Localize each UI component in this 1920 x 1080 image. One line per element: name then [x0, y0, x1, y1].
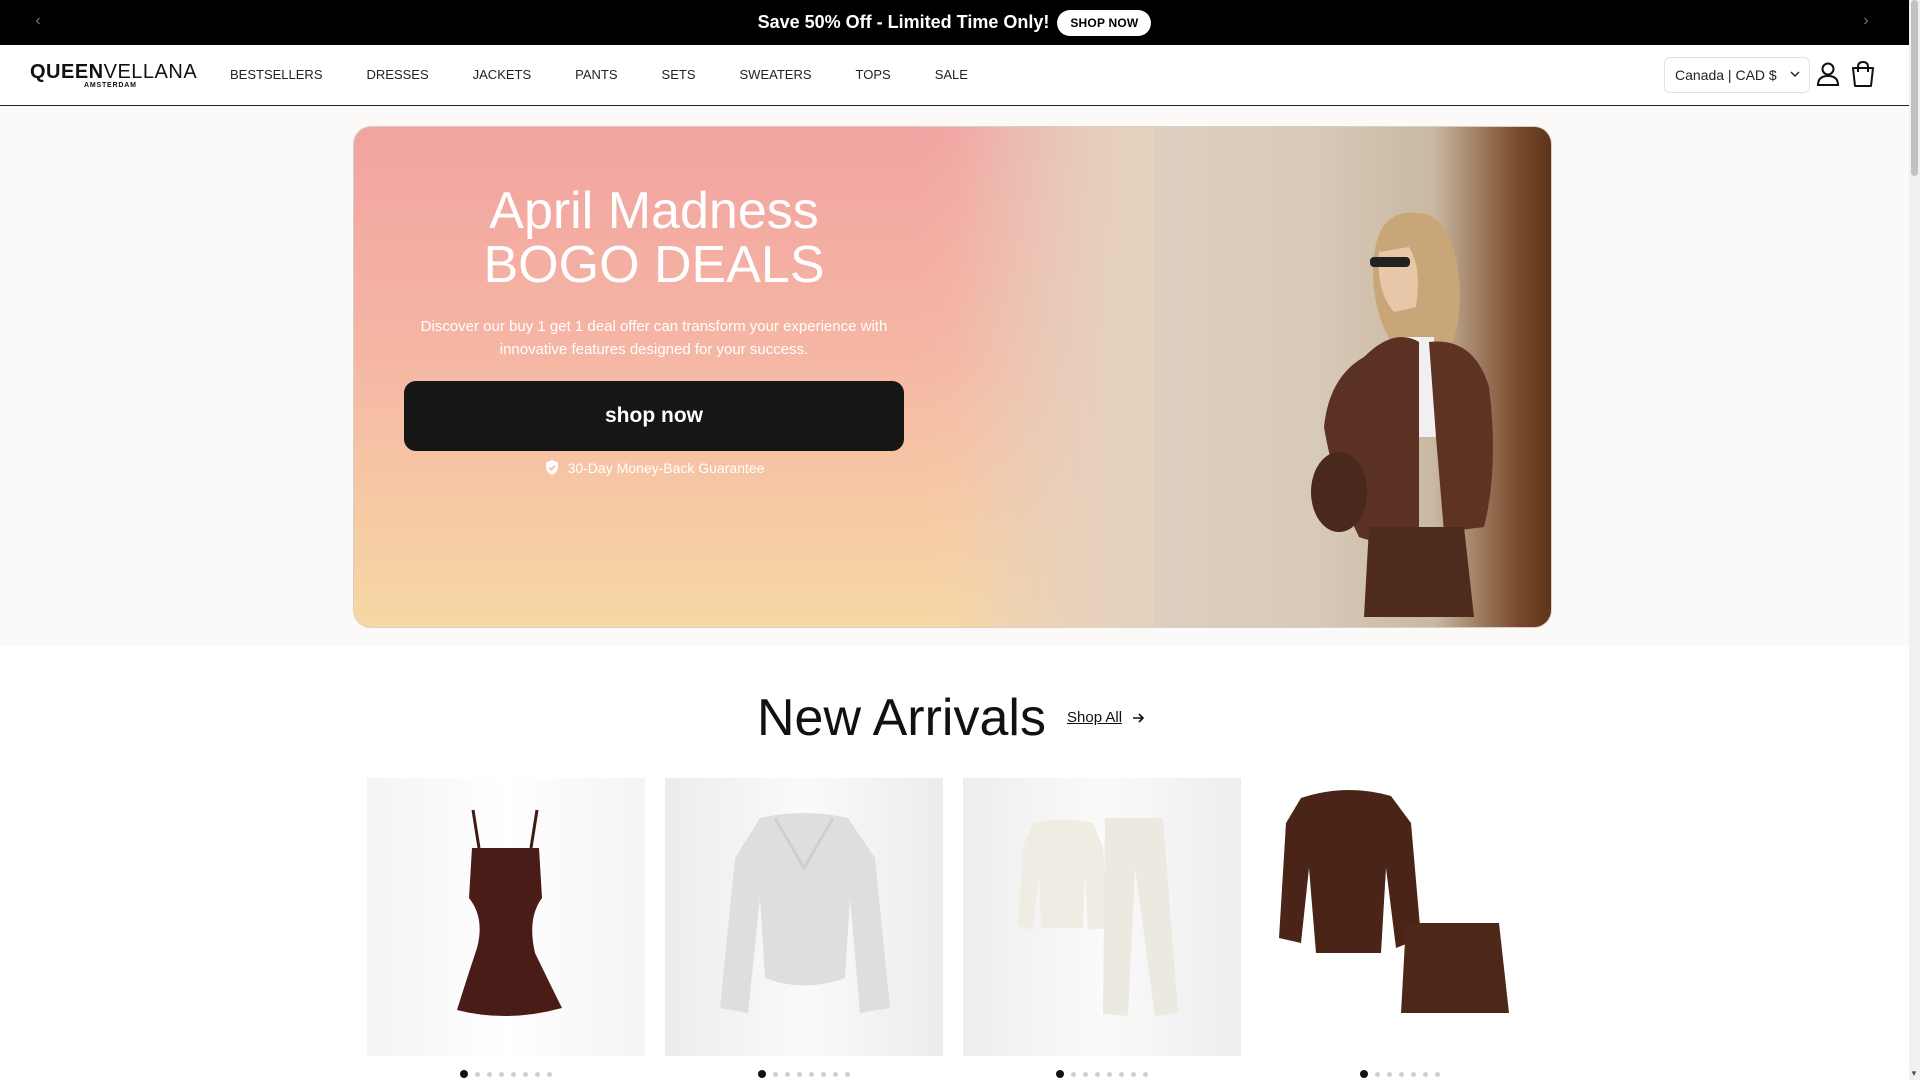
carousel-dot[interactable]: [809, 1071, 814, 1077]
hero-title-line2: BOGO DEALS: [483, 236, 825, 294]
hero-description: Discover our buy 1 get 1 deal offer can …: [420, 318, 888, 358]
carousel-dot[interactable]: [773, 1071, 778, 1077]
logo[interactable]: QUEENVELLANA AMSTERDAM: [30, 61, 198, 89]
shop-all-link[interactable]: Shop All: [1067, 709, 1145, 726]
arrow-right-icon: [1133, 712, 1145, 723]
carousel-dot[interactable]: [511, 1071, 516, 1077]
page-scrollbar[interactable]: ▼: [1909, 0, 1920, 1080]
carousel-dot[interactable]: [475, 1071, 480, 1077]
shield-check-icon: [545, 460, 558, 475]
main-nav: BESTSELLERS DRESSES JACKETS PANTS SETS S…: [230, 67, 1012, 82]
new-arrivals-title: New Arrivals: [757, 689, 1046, 747]
carousel-dots-2: [758, 1070, 857, 1078]
carousel-dot[interactable]: [535, 1071, 540, 1077]
hero-title-line1: April Madness: [489, 182, 819, 240]
nav-item-dresses[interactable]: DRESSES: [367, 67, 429, 82]
product-card-dress[interactable]: [367, 778, 645, 1056]
guarantee-text: 30-Day Money-Back Guarantee: [567, 459, 765, 476]
carousel-dot[interactable]: [1095, 1071, 1100, 1077]
carousel-dot[interactable]: [460, 1070, 468, 1078]
announcement-shop-now-button[interactable]: SHOP NOW: [1057, 9, 1152, 36]
nav-item-jackets[interactable]: JACKETS: [473, 67, 532, 82]
carousel-dot[interactable]: [833, 1071, 838, 1077]
carousel-dot[interactable]: [845, 1071, 850, 1077]
carousel-dot[interactable]: [1107, 1071, 1112, 1077]
shop-all-label: Shop All: [1067, 709, 1123, 726]
scroll-down-arrow-icon[interactable]: ▼: [1910, 1069, 1918, 1078]
nav-item-tops[interactable]: TOPS: [856, 67, 891, 82]
nav-item-sets[interactable]: SETS: [662, 67, 696, 82]
hero-shop-now-button[interactable]: shop now: [404, 381, 904, 451]
carousel-dot[interactable]: [499, 1071, 504, 1077]
carousel-dot[interactable]: [821, 1071, 826, 1077]
logo-text-light: VELLANA: [103, 61, 198, 83]
nav-item-bestsellers[interactable]: BESTSELLERS: [230, 67, 323, 82]
nav-item-sale[interactable]: SALE: [935, 67, 968, 82]
product-card-sweater[interactable]: [665, 778, 943, 1056]
guarantee-note: 30-Day Money-Back Guarantee: [354, 459, 954, 476]
logo-subtext: AMSTERDAM: [84, 82, 137, 89]
site-header: QUEENVELLANA AMSTERDAM BESTSELLERS DRESS…: [0, 45, 1909, 106]
chevron-right-icon[interactable]: ›: [1856, 12, 1876, 30]
carousel-dot[interactable]: [797, 1071, 802, 1077]
user-icon[interactable]: [1816, 61, 1840, 87]
product-card-jacket-set[interactable]: [1261, 778, 1539, 1056]
announcement-text: Save 50% Off - Limited Time Only!: [757, 12, 1050, 32]
carousel-dot[interactable]: [1131, 1071, 1136, 1077]
carousel-dot[interactable]: [487, 1071, 492, 1077]
carousel-dot[interactable]: [1071, 1071, 1076, 1077]
hero-banner: April Madness BOGO DEALS Discover our bu…: [353, 126, 1552, 628]
carousel-dot[interactable]: [1056, 1070, 1064, 1078]
product-image-jacket-set: [1279, 789, 1509, 1013]
logo-text-bold: QUEEN: [30, 61, 104, 83]
carousel-dots-3: [1056, 1070, 1155, 1078]
carousel-dot[interactable]: [1387, 1071, 1392, 1077]
currency-selector[interactable]: Canada | CAD $: [1664, 57, 1810, 93]
carousel-dot[interactable]: [785, 1071, 790, 1077]
carousel-dot[interactable]: [1143, 1071, 1148, 1077]
product-card-set[interactable]: [963, 778, 1241, 1056]
carousel-dots-4: [1360, 1070, 1447, 1078]
carousel-dot[interactable]: [758, 1070, 766, 1078]
carousel-dot[interactable]: [523, 1071, 528, 1077]
carousel-dots-1: [460, 1070, 559, 1078]
carousel-dot[interactable]: [547, 1071, 552, 1077]
chevron-left-icon[interactable]: ‹: [28, 12, 48, 30]
product-image-set: [1018, 818, 1178, 1016]
carousel-dot[interactable]: [1399, 1071, 1404, 1077]
carousel-dot[interactable]: [1119, 1071, 1124, 1077]
carousel-dot[interactable]: [1423, 1071, 1428, 1077]
model-photo: [1311, 212, 1493, 617]
announcement-bar: ‹ Save 50% Off - Limited Time Only! SHOP…: [0, 0, 1909, 45]
carousel-dot[interactable]: [1375, 1071, 1380, 1077]
carousel-dot[interactable]: [1435, 1071, 1440, 1077]
carousel-dot[interactable]: [1083, 1071, 1088, 1077]
nav-item-pants[interactable]: PANTS: [575, 67, 617, 82]
chevron-down-icon: [1790, 71, 1800, 77]
product-image-sweater: [720, 813, 890, 1013]
hero-title: April Madness BOGO DEALS: [354, 184, 954, 292]
scrollbar-thumb[interactable]: [1911, 0, 1918, 176]
carousel-dot[interactable]: [1360, 1070, 1368, 1078]
carousel-dot[interactable]: [1411, 1071, 1416, 1077]
nav-item-sweaters[interactable]: SWEATERS: [740, 67, 812, 82]
currency-value: Canada | CAD $: [1675, 67, 1777, 83]
product-image-dress: [457, 809, 562, 1017]
cart-icon[interactable]: [1850, 60, 1876, 88]
